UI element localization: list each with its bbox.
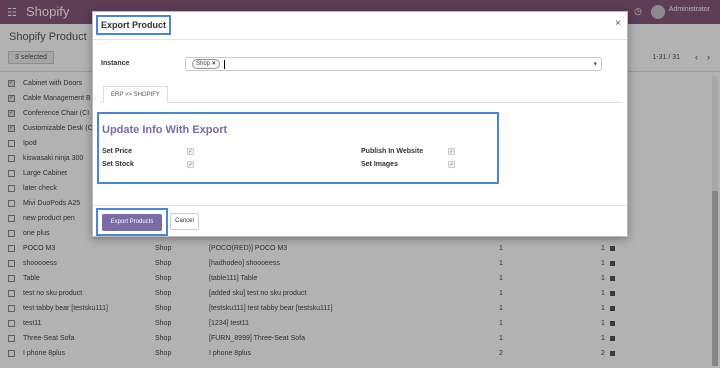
instance-tag-label: Shop xyxy=(196,61,211,67)
update-info-section: Update Info With Export Set Price ✓ Set … xyxy=(97,112,499,184)
chevron-down-icon[interactable]: ▾ xyxy=(593,60,597,68)
close-icon[interactable]: × xyxy=(615,18,621,29)
instance-field[interactable]: Shop × ▾ xyxy=(185,57,602,71)
publish-in-website-checkbox[interactable]: ✓ xyxy=(448,148,455,155)
instance-tag[interactable]: Shop × xyxy=(192,59,220,69)
set-stock-label: Set Stock xyxy=(102,161,134,168)
section-title: Update Info With Export xyxy=(102,124,228,136)
export-button-highlight: Export Products xyxy=(96,208,168,236)
export-product-dialog: Export Product × Instance Shop × ▾ ERP >>… xyxy=(92,11,628,237)
tab-erp-shopify[interactable]: ERP >> SHOPIFY xyxy=(103,86,168,103)
set-images-label: Set Images xyxy=(361,161,398,168)
set-stock-checkbox[interactable]: ✓ xyxy=(187,161,194,168)
dialog-header: Export Product × xyxy=(93,12,627,40)
text-cursor xyxy=(224,60,225,69)
export-products-button[interactable]: Export Products xyxy=(102,214,162,231)
tab-divider xyxy=(101,102,621,103)
set-price-label: Set Price xyxy=(102,148,132,155)
cancel-button[interactable]: Cancel xyxy=(170,213,199,230)
dialog-footer-divider xyxy=(93,205,627,206)
set-images-checkbox[interactable]: ✓ xyxy=(448,161,455,168)
publish-in-website-label: Publish In Website xyxy=(361,148,424,155)
dialog-title: Export Product xyxy=(96,15,172,35)
instance-label: Instance xyxy=(101,60,130,67)
remove-tag-icon[interactable]: × xyxy=(212,61,216,67)
set-price-checkbox[interactable]: ✓ xyxy=(187,148,194,155)
